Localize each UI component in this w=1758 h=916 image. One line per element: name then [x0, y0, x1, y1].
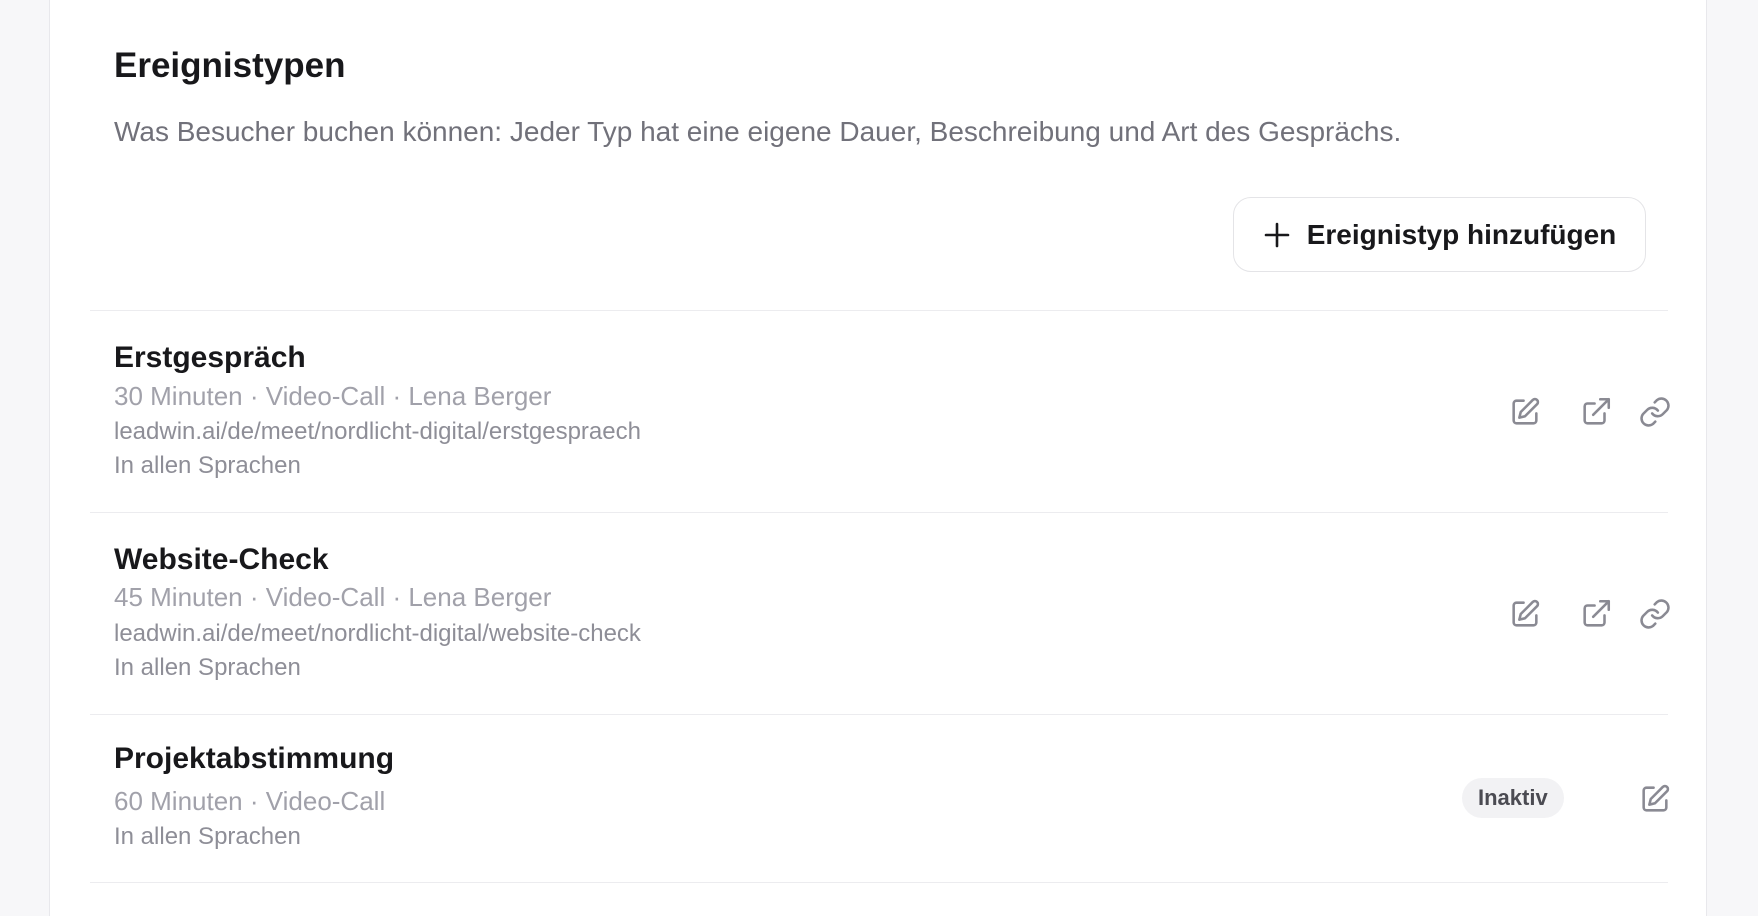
divider	[90, 882, 1668, 883]
page-subtitle: Was Besucher buchen können: Jeder Typ ha…	[114, 116, 1402, 147]
event-type-row: Projektabstimmung 60 Minuten · Video-Cal…	[90, 715, 1670, 882]
edit-button[interactable]	[1503, 390, 1547, 434]
event-type-name[interactable]: Erstgespräch	[114, 341, 306, 375]
event-type-url: leadwin.ai/de/meet/nordlicht-digital/ers…	[114, 418, 641, 445]
copy-link-button[interactable]	[1633, 592, 1677, 636]
event-type-row: Erstgespräch 30 Minuten · Video-Call · L…	[90, 311, 1670, 512]
add-event-type-button[interactable]: Ereignistyp hinzufügen	[1233, 197, 1646, 272]
edit-button[interactable]	[1633, 777, 1677, 821]
event-type-languages: In allen Sprachen	[114, 452, 301, 479]
external-link-icon	[1583, 397, 1611, 425]
edit-icon	[1512, 397, 1540, 425]
page-title: Ereignistypen	[114, 46, 346, 85]
edit-icon	[1512, 599, 1540, 627]
external-link-icon	[1583, 599, 1611, 627]
event-type-meta: 60 Minuten · Video-Call	[114, 786, 386, 816]
event-types-panel: Ereignistypen Was Besucher buchen können…	[49, 0, 1707, 916]
event-type-row: Website-Check 45 Minuten · Video-Call · …	[90, 513, 1670, 714]
add-event-type-label: Ereignistyp hinzufügen	[1306, 218, 1617, 250]
event-type-name[interactable]: Website-Check	[114, 543, 329, 577]
link-icon	[1640, 397, 1670, 427]
event-type-meta: 30 Minuten · Video-Call · Lena Berger	[114, 381, 552, 411]
edit-button[interactable]	[1503, 592, 1547, 636]
open-booking-page-button[interactable]	[1574, 390, 1618, 434]
edit-icon	[1642, 784, 1670, 812]
status-badge: Inaktiv	[1462, 778, 1564, 818]
plus-icon	[1264, 222, 1290, 247]
event-type-url: leadwin.ai/de/meet/nordlicht-digital/web…	[114, 620, 641, 647]
event-type-languages: In allen Sprachen	[114, 823, 301, 850]
event-type-name[interactable]: Projektabstimmung	[114, 742, 394, 776]
event-type-meta: 45 Minuten · Video-Call · Lena Berger	[114, 582, 552, 612]
open-booking-page-button[interactable]	[1574, 592, 1618, 636]
event-type-languages: In allen Sprachen	[114, 654, 301, 681]
copy-link-button[interactable]	[1633, 390, 1677, 434]
link-icon	[1640, 599, 1670, 629]
